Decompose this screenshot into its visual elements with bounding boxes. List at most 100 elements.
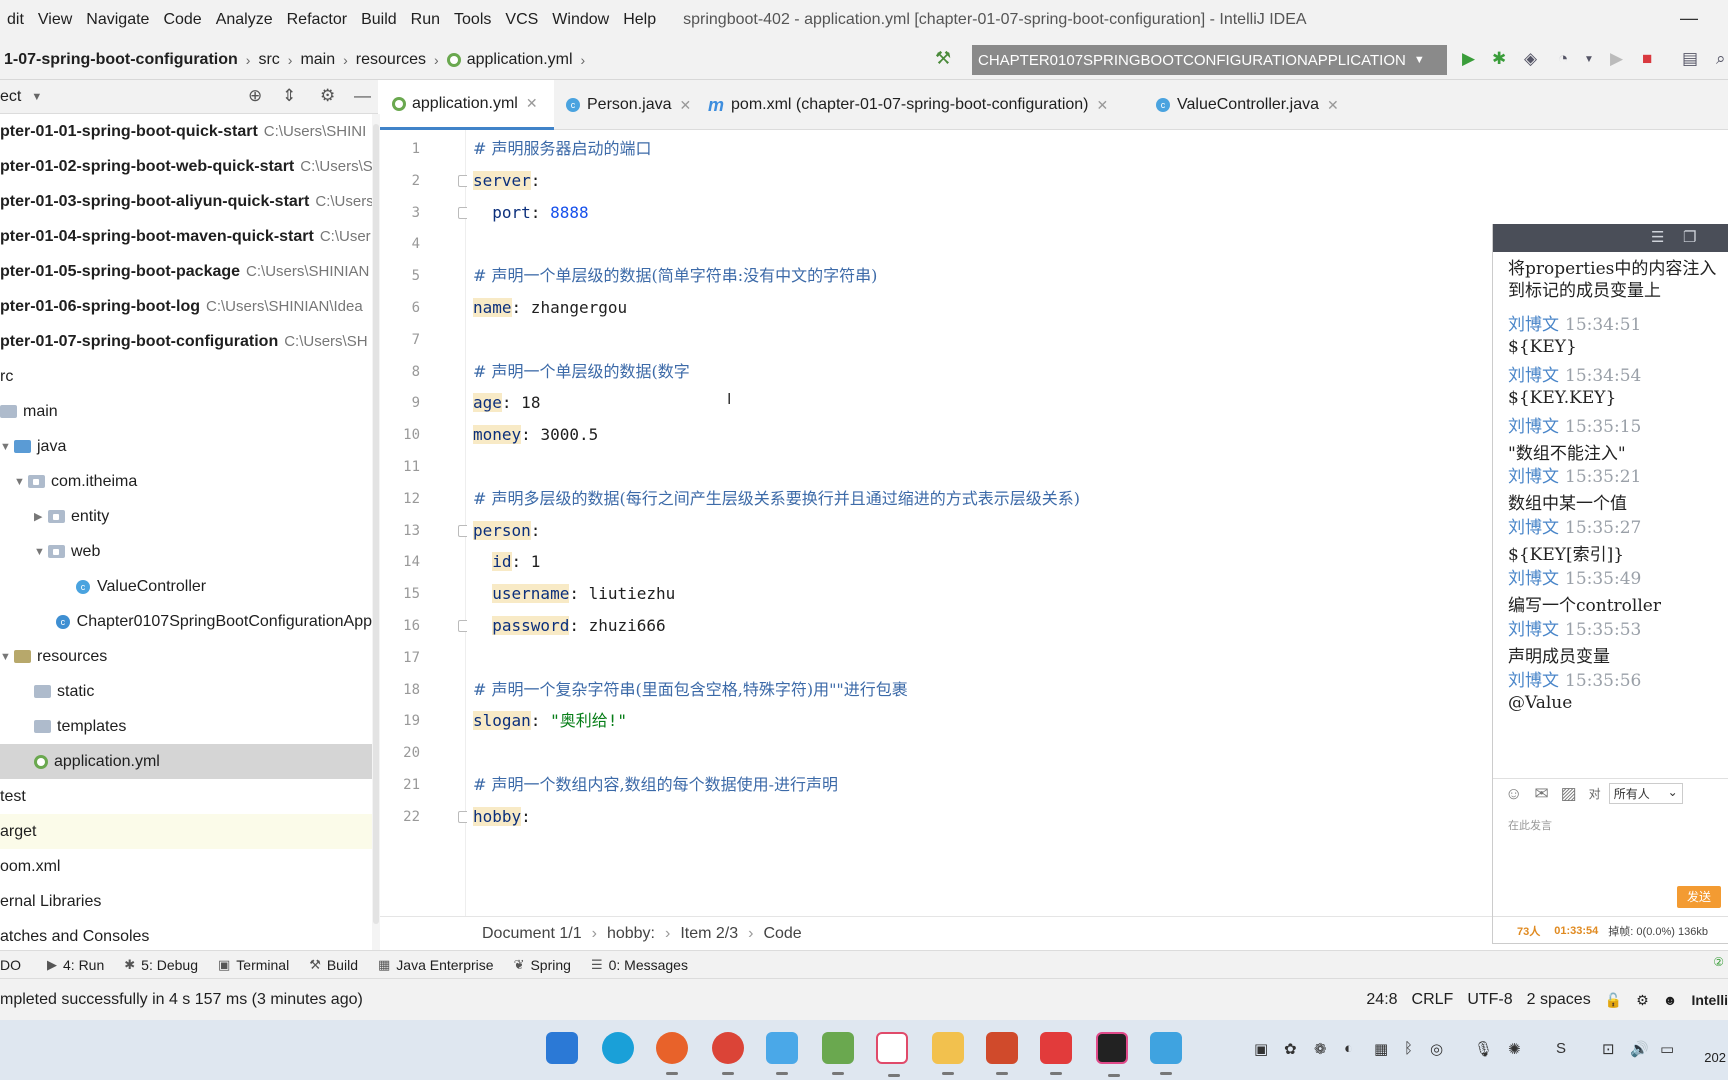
menu-help[interactable]: Help bbox=[616, 11, 663, 29]
menu-navigate[interactable]: Navigate bbox=[79, 11, 156, 29]
menu-code[interactable]: Code bbox=[156, 11, 208, 29]
collapse-arrow-icon[interactable]: ▶ bbox=[34, 510, 48, 523]
menu-build[interactable]: Build bbox=[354, 11, 404, 29]
app-icon[interactable] bbox=[1150, 1032, 1182, 1075]
menu-analyze[interactable]: Analyze bbox=[209, 11, 280, 29]
powerpoint-icon[interactable] bbox=[986, 1032, 1018, 1075]
caret-position[interactable]: 24:8 bbox=[1366, 991, 1397, 1009]
file-encoding[interactable]: UTF-8 bbox=[1467, 991, 1512, 1009]
tree-folder-main[interactable]: main bbox=[0, 394, 372, 429]
indent-setting[interactable]: 2 spaces bbox=[1527, 991, 1591, 1009]
tree-file-application-yml[interactable]: application.yml bbox=[0, 744, 372, 779]
chat-input[interactable]: 在此发言 bbox=[1508, 817, 1552, 833]
run-configuration-select[interactable]: CHAPTER0107SPRINGBOOTCONFIGURATIONAPPLIC… bbox=[972, 45, 1447, 75]
firefox-icon[interactable] bbox=[656, 1032, 688, 1075]
send-button[interactable]: 发送 bbox=[1677, 886, 1721, 908]
tool-window-button[interactable]: ⚒ Build bbox=[309, 957, 358, 973]
tray-app-icon[interactable]: ✿ bbox=[1284, 1040, 1297, 1058]
tree-folder-test[interactable]: test bbox=[0, 779, 372, 814]
microphone-icon[interactable]: 🎙 bbox=[1474, 1040, 1493, 1058]
battery-icon[interactable]: ▭ bbox=[1660, 1040, 1674, 1058]
profile-icon[interactable]: ◔ bbox=[1558, 49, 1568, 69]
input-method-icon[interactable]: S bbox=[1556, 1040, 1566, 1057]
tab-pom-xml[interactable]: m pom.xml (chapter-01-07-spring-boot-con… bbox=[708, 80, 1108, 130]
app-icon[interactable] bbox=[822, 1032, 854, 1075]
chat-app-icon[interactable] bbox=[876, 1032, 908, 1077]
file-explorer-icon[interactable] bbox=[932, 1032, 964, 1075]
tray-app-icon[interactable]: ◎ bbox=[1430, 1040, 1443, 1058]
tree-module-01-05[interactable]: pter-01-05-spring-boot-package C:\Users\S… bbox=[0, 254, 372, 289]
tray-intellij-icon[interactable]: ▣ bbox=[1254, 1040, 1268, 1058]
close-icon[interactable]: ✕ bbox=[526, 95, 538, 112]
breadcrumb-file[interactable]: application.yml bbox=[443, 51, 577, 69]
chrome-icon[interactable] bbox=[712, 1032, 744, 1075]
tree-module-01-03[interactable]: pter-01-03-spring-boot-aliyun-quick-star… bbox=[0, 184, 372, 219]
collapse-all-icon[interactable]: ⇕ bbox=[282, 86, 296, 106]
tool-window-button[interactable]: ▦ Java Enterprise bbox=[378, 957, 494, 973]
tree-folder-src[interactable]: rc bbox=[0, 359, 372, 394]
code-editor[interactable]: # 声明服务器启动的端口 server: port: 8888 # 声明一个单层级的… bbox=[467, 130, 1492, 916]
xmind-icon[interactable] bbox=[1040, 1032, 1072, 1075]
tool-window-button[interactable]: ☰ 0: Messages bbox=[591, 957, 688, 973]
attach-icon[interactable]: ▶ bbox=[1610, 49, 1623, 69]
line-separator[interactable]: CRLF bbox=[1412, 991, 1454, 1009]
tool-window-button[interactable]: ▶ 4: Run bbox=[47, 957, 104, 973]
git-icon[interactable]: ⚙ bbox=[1636, 992, 1649, 1009]
edge-icon[interactable] bbox=[602, 1032, 634, 1064]
tree-folder-static[interactable]: static bbox=[0, 674, 372, 709]
tree-module-01-04[interactable]: pter-01-04-spring-boot-maven-quick-start… bbox=[0, 219, 372, 254]
intellij-icon[interactable] bbox=[1096, 1032, 1128, 1077]
chevron-down-icon[interactable]: ▼ bbox=[31, 91, 42, 103]
debug-icon[interactable]: ✱ bbox=[1492, 49, 1506, 69]
menu-window[interactable]: Window bbox=[545, 11, 616, 29]
tree-external-libraries[interactable]: ernal Libraries bbox=[0, 884, 372, 919]
taskbar-clock[interactable]: 202 bbox=[1704, 1050, 1726, 1065]
tree-module-01-07[interactable]: pter-01-07-spring-boot-configuration C:\U… bbox=[0, 324, 372, 359]
tree-folder-java[interactable]: ▼ java bbox=[0, 429, 372, 464]
menu-view[interactable]: View bbox=[31, 11, 79, 29]
network-icon[interactable]: ⊡ bbox=[1602, 1040, 1615, 1058]
tree-module-01-01[interactable]: pter-01-01-spring-boot-quick-start C:\Use… bbox=[0, 114, 372, 149]
expand-arrow-icon[interactable]: ▼ bbox=[0, 651, 14, 663]
tree-package-com-itheima[interactable]: ▼ com.itheima bbox=[0, 464, 372, 499]
tree-module-01-06[interactable]: pter-01-06-spring-boot-log C:\Users\SHINI… bbox=[0, 289, 372, 324]
event-log-icon[interactable]: ② bbox=[1713, 955, 1724, 969]
tree-package-entity[interactable]: ▶ entity bbox=[0, 499, 372, 534]
locate-icon[interactable]: ⊕ bbox=[248, 86, 262, 106]
hide-panel-icon[interactable]: — bbox=[354, 86, 371, 106]
run-icon[interactable]: ▶ bbox=[1462, 49, 1475, 69]
breadcrumb-main[interactable]: main bbox=[296, 51, 339, 69]
tool-window-button[interactable]: ❦ Spring bbox=[514, 957, 571, 973]
menu-icon[interactable]: ☰ bbox=[1651, 228, 1664, 246]
expand-arrow-icon[interactable]: ▼ bbox=[34, 546, 48, 558]
image-icon[interactable]: ▨ bbox=[1561, 784, 1577, 804]
tree-folder-templates[interactable]: templates bbox=[0, 709, 372, 744]
tree-module-01-02[interactable]: pter-01-02-spring-boot-web-quick-start C:… bbox=[0, 149, 372, 184]
tree-scratches[interactable]: atches and Consoles bbox=[0, 919, 372, 950]
tree-class-application[interactable]: c Chapter0107SpringBootConfigurationApp bbox=[0, 604, 372, 639]
bluetooth-icon[interactable]: ᛒ bbox=[1404, 1040, 1413, 1057]
close-icon[interactable]: ✕ bbox=[1327, 97, 1339, 114]
tab-application-yml[interactable]: application.yml ✕ bbox=[380, 80, 554, 130]
close-icon[interactable]: ✕ bbox=[680, 97, 692, 114]
tray-app-icon[interactable]: ✺ bbox=[1508, 1040, 1521, 1058]
menu-run[interactable]: Run bbox=[404, 11, 447, 29]
crumb-hobby[interactable]: hobby: bbox=[601, 925, 661, 943]
gear-icon[interactable]: ⚙ bbox=[320, 86, 335, 106]
breadcrumb-module[interactable]: 1-07-spring-boot-configuration bbox=[0, 51, 242, 69]
menu-refactor[interactable]: Refactor bbox=[280, 11, 354, 29]
status-message[interactable]: mpleted successfully in 4 s 157 ms (3 mi… bbox=[0, 991, 363, 1009]
breadcrumb-src[interactable]: src bbox=[254, 51, 283, 69]
crumb-code[interactable]: Code bbox=[757, 925, 807, 943]
comment-icon[interactable]: ✉ bbox=[1534, 784, 1548, 804]
close-icon[interactable]: ✕ bbox=[1097, 97, 1109, 114]
crumb-document[interactable]: Document 1/1 bbox=[476, 925, 588, 943]
minimize-button[interactable]: — bbox=[1680, 8, 1698, 29]
build-hammer-icon[interactable]: ⚒ bbox=[935, 48, 951, 69]
recipient-select[interactable]: 所有人 ⌄ bbox=[1608, 783, 1683, 804]
chevron-down-icon[interactable]: ▼ bbox=[1584, 54, 1594, 65]
tool-window-button[interactable]: ✱ 5: Debug bbox=[124, 957, 198, 973]
tray-app-icon[interactable]: ❁ bbox=[1314, 1040, 1327, 1058]
tray-app-icon[interactable]: ◐ bbox=[1344, 1040, 1353, 1057]
volume-icon[interactable]: 🔊 bbox=[1630, 1040, 1649, 1058]
